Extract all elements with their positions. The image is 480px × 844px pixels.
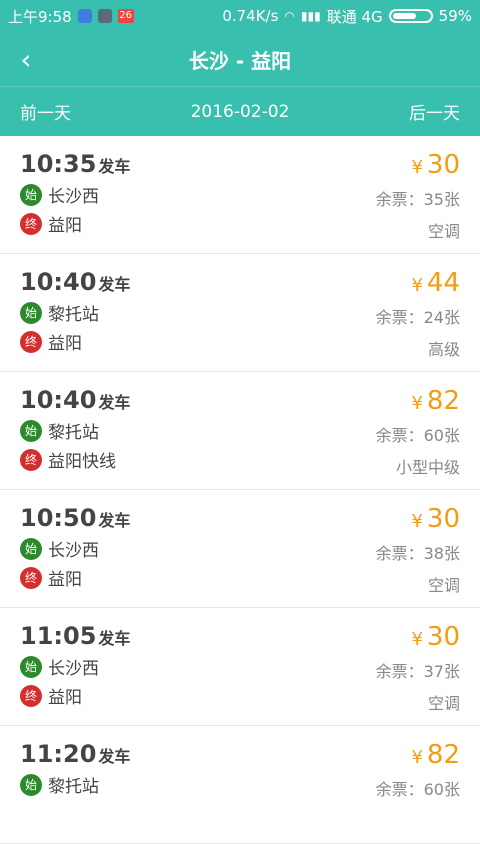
bus-type: 空调 (427, 222, 460, 241)
start-station: 黎托站 (48, 777, 99, 797)
bus-type: 空调 (427, 576, 460, 595)
depart-suffix: 发车 (98, 393, 131, 412)
trip-item[interactable]: 10:40 发车 始黎托站 终益阳快线 ¥82 余票：60张 小型中级 (0, 372, 480, 490)
trip-item[interactable]: 10:50 发车 始长沙西 终益阳 ¥30 余票：38张 空调 (0, 490, 480, 608)
current-date: 2016-02-02 (190, 101, 290, 122)
remaining-tickets: 余票：38张 (375, 544, 460, 563)
end-tag: 终 (20, 684, 42, 707)
start-station: 长沙西 (48, 187, 99, 207)
depart-suffix: 发车 (98, 747, 131, 766)
battery-percent: 59% (438, 7, 472, 25)
remaining-tickets: 余票：60张 (375, 426, 460, 445)
currency-symbol: ¥ (411, 629, 423, 650)
network-speed: 0.74K/s (222, 7, 279, 25)
trip-list: 10:35 发车 始长沙西 终益阳 ¥30 余票：35张 空调 10:40 发车 始… (0, 136, 480, 844)
departure-time: 10:50 (20, 504, 97, 532)
trip-item[interactable]: 11:05 发车 始长沙西 终益阳 ¥30 余票：37张 空调 (0, 608, 480, 726)
start-station: 长沙西 (48, 541, 99, 561)
wifi-icon: ◠ (284, 9, 295, 23)
shield-icon (77, 9, 92, 23)
departure-time: 10:40 (20, 386, 97, 414)
start-tag: 始 (20, 183, 42, 206)
price: 30 (426, 504, 460, 534)
depart-suffix: 发车 (98, 275, 131, 294)
date-bar: 前一天 2016-02-02 后一天 (0, 86, 480, 136)
carrier-label: 联通 4G (326, 7, 383, 26)
end-station: 益阳快线 (48, 452, 116, 472)
remaining-tickets: 余票：60张 (375, 780, 460, 799)
remaining-tickets: 余票：24张 (375, 308, 460, 327)
back-button[interactable]: ‹ (14, 42, 38, 76)
departure-time: 10:40 (20, 268, 97, 296)
battery-fill (392, 13, 417, 19)
departure-time: 10:35 (20, 150, 97, 178)
status-bar: 上午9:58 26 0.74K/s ◠ ▮▮▮ 联通 4G 59% (0, 0, 480, 32)
start-tag: 始 (20, 655, 42, 678)
status-time: 上午9:58 (8, 7, 72, 26)
start-station: 黎托站 (48, 423, 99, 443)
page-title: 长沙 - 益阳 (188, 48, 292, 73)
end-station: 益阳 (48, 570, 82, 590)
price: 82 (426, 740, 460, 770)
price: 44 (426, 268, 460, 298)
price: 30 (426, 622, 460, 652)
currency-symbol: ¥ (411, 275, 423, 296)
gallery-icon (97, 9, 112, 23)
start-tag: 始 (20, 537, 42, 560)
price: 30 (426, 150, 460, 180)
end-tag: 终 (20, 330, 42, 353)
end-station: 益阳 (48, 334, 82, 354)
start-tag: 始 (20, 419, 42, 442)
bus-type: 空调 (427, 694, 460, 713)
end-station: 益阳 (48, 216, 82, 236)
departure-time: 11:20 (20, 740, 97, 768)
start-station: 长沙西 (48, 659, 99, 679)
next-day-button[interactable]: 后一天 (409, 99, 460, 124)
departure-time: 11:05 (20, 622, 97, 650)
bus-type: 小型中级 (395, 458, 460, 477)
chevron-left-icon: ‹ (20, 42, 32, 76)
start-tag: 始 (20, 301, 42, 324)
start-tag: 始 (20, 773, 42, 796)
prev-day-button[interactable]: 前一天 (20, 99, 71, 124)
trip-item[interactable]: 10:40 发车 始黎托站 终益阳 ¥44 余票：24张 高级 (0, 254, 480, 372)
trip-item[interactable]: 10:35 发车 始长沙西 终益阳 ¥30 余票：35张 空调 (0, 136, 480, 254)
end-tag: 终 (20, 448, 42, 471)
notification-badge: 26 (117, 9, 134, 23)
currency-symbol: ¥ (411, 511, 423, 532)
depart-suffix: 发车 (98, 157, 131, 176)
end-station: 益阳 (48, 688, 82, 708)
battery-icon (388, 9, 433, 23)
start-station: 黎托站 (48, 305, 99, 325)
remaining-tickets: 余票：37张 (375, 662, 460, 681)
depart-suffix: 发车 (98, 629, 131, 648)
currency-symbol: ¥ (411, 393, 423, 414)
currency-symbol: ¥ (411, 747, 423, 768)
trip-item[interactable]: 11:20 发车 始黎托站 ¥82 余票：60张 (0, 726, 480, 844)
signal-icon: ▮▮▮ (300, 9, 321, 23)
price: 82 (426, 386, 460, 416)
end-tag: 终 (20, 566, 42, 589)
header: ‹ 长沙 - 益阳 (0, 32, 480, 86)
currency-symbol: ¥ (411, 157, 423, 178)
end-tag: 终 (20, 212, 42, 235)
bus-type: 高级 (427, 340, 460, 359)
depart-suffix: 发车 (98, 511, 131, 530)
remaining-tickets: 余票：35张 (375, 190, 460, 209)
